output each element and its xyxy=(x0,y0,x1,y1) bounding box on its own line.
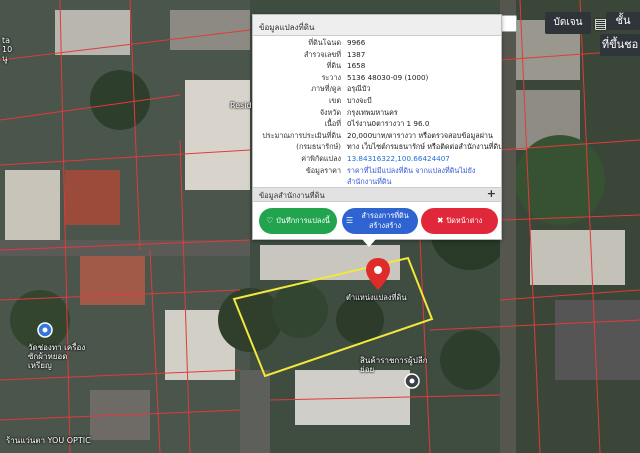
building-roof xyxy=(55,10,130,55)
info-row: ระวาง 5136 48030-09 (1000) xyxy=(253,72,501,84)
info-row: เนื้อที่ 0ไร่งาน0ตารางวา 1 96.0 xyxy=(253,118,501,130)
map-label-optic: ร้านแว่นตา YOU OPTIC xyxy=(6,436,91,445)
info-row: ที่ดิน 1658 xyxy=(253,60,501,72)
land-office-section-title: ข้อมูลสำนักงานที่ดิน xyxy=(259,191,325,200)
info-row: (กรมธนารักษ์) ทาง เว็บไซต์กรมธนารักษ์ หรื… xyxy=(253,141,501,153)
popup-pointer xyxy=(362,239,376,247)
tree-canopy xyxy=(218,288,282,352)
info-row: จังหวัด กรุงเทพมหานคร xyxy=(253,107,501,119)
info-value: สำนักงานที่ดิน xyxy=(347,177,392,187)
close-window-label: ปิดหน้าต่าง xyxy=(446,216,483,225)
heart-icon: ♡ xyxy=(266,216,274,225)
popup-header: ข้อมูลแปลงที่ดิน xyxy=(253,15,501,36)
land-office-section-header[interactable]: ข้อมูลสำนักงานที่ดิน + xyxy=(253,187,501,202)
info-label: ที่ดินโฉนด xyxy=(308,38,341,47)
expand-plus-icon[interactable]: + xyxy=(487,187,496,200)
parcel-info-popup: ข้อมูลแปลงที่ดิน ที่ดินโฉนด 9966 สำรวจเลขท… xyxy=(252,14,502,240)
info-value: 1387 xyxy=(347,49,366,59)
map-label-edge: ta 10 นู xyxy=(2,36,13,63)
info-label: ภาษที่/ดูล xyxy=(311,84,341,94)
info-row: ประมาณการประเมินที่ดิน 20,000บาท/ตารางวา … xyxy=(253,130,501,142)
info-label: ประมาณการประเมินที่ดิน xyxy=(262,130,341,140)
info-label: เขต xyxy=(328,95,341,105)
poi-marker-icon[interactable] xyxy=(404,373,420,389)
building-roof xyxy=(530,230,625,285)
info-value: ทาง เว็บไซต์กรมธนารักษ์ หรือติดต่อสำนักง… xyxy=(347,142,501,152)
info-row: ข้อมูลราคา ราคาที่ไม่มีแปลงที่ดิน จากแปลง… xyxy=(253,165,501,177)
search-nearby-button[interactable]: ☰ สำรองการที่ดิน สร้างสร้าง xyxy=(342,208,418,234)
save-parcel-button[interactable]: ♡ บันทึกการแปลงนี้ xyxy=(259,208,337,234)
layer-panel-label-top[interactable]: ชั้น xyxy=(606,12,640,30)
info-label: ค่าพิกัดแปลง xyxy=(301,153,341,163)
info-label: (กรมธนารักษ์) xyxy=(296,142,341,152)
info-value: กรุงเทพมหานคร xyxy=(347,107,398,117)
road xyxy=(240,370,270,453)
parcel-info-table: ที่ดินโฉนด 9966 สำรวจเลขที่ 1387 ที่ดิน 1658 ร… xyxy=(253,37,501,188)
info-row: ที่ดินโฉนด 9966 xyxy=(253,37,501,49)
info-row: ภาษที่/ดูล อรุณีบัว xyxy=(253,83,501,95)
info-value: ราคาที่ไม่มีแปลงที่ดิน จากแปลงที่ดินไม่ย… xyxy=(347,165,476,175)
search-nearby-label: สำรองการที่ดิน สร้างสร้าง xyxy=(361,211,409,230)
coordinate-link[interactable]: 13.84316322,100.66424407 xyxy=(347,153,501,165)
info-value: บางจะบี xyxy=(347,95,372,105)
info-row: เขต บางจะบี xyxy=(253,95,501,107)
info-label: ข้อมูลราคา xyxy=(305,165,341,175)
building-roof xyxy=(65,170,120,225)
poi-marker-icon[interactable] xyxy=(37,322,53,338)
info-label: ระวาง xyxy=(321,72,341,82)
map-label-laundry: วัดช่องทา เครื่องซักผ้าหยอดเหรียญ xyxy=(28,343,86,370)
road xyxy=(500,0,516,453)
popup-title: ข้อมูลแปลงที่ดิน xyxy=(259,23,315,32)
info-label xyxy=(253,176,347,188)
info-value: อรุณีบัว xyxy=(347,84,371,94)
map-label-shop: สินค้าราชการผู้ปลีกย่อย xyxy=(360,356,428,374)
layer-panel-label-bottom[interactable]: ที่ขึ้นชอ xyxy=(600,34,640,56)
close-icon: ✖ xyxy=(436,216,444,225)
info-label: ที่ดิน xyxy=(326,61,341,71)
info-value: 20,000บาท/ตารางวา หรือตรวจสอบข้อมูลผ่าน xyxy=(347,130,493,140)
building-roof xyxy=(80,255,145,305)
tree-canopy xyxy=(440,330,500,390)
info-label: เนื้อที่ xyxy=(324,119,341,129)
tree-canopy xyxy=(272,282,328,338)
info-value: 9966 xyxy=(347,38,366,47)
close-window-button[interactable]: ✖ ปิดหน้าต่าง xyxy=(421,208,498,234)
building-roof xyxy=(555,300,640,380)
building-roof xyxy=(5,170,60,240)
save-parcel-label: บันทึกการแปลงนี้ xyxy=(276,216,330,225)
tree-canopy xyxy=(515,135,605,225)
info-value: 1658 xyxy=(347,61,366,71)
list-icon: ☰ xyxy=(346,216,354,225)
clear-button[interactable]: บัดเจน xyxy=(545,12,591,34)
building-roof xyxy=(185,80,250,190)
info-value: 0ไร่งาน0ตารางวา 1 96.0 xyxy=(347,119,430,129)
info-label: จังหวัด xyxy=(319,107,341,117)
info-row: ค่าพิกัดแปลง 13.84316322,100.66424407 xyxy=(253,153,501,165)
info-row: สำรวจเลขที่ 1387 xyxy=(253,49,501,61)
info-row: สำนักงานที่ดิน xyxy=(253,176,501,188)
info-value: 5136 48030-09 (1000) xyxy=(347,72,429,82)
building-roof xyxy=(170,10,250,50)
info-label: สำรวจเลขที่ xyxy=(303,49,341,59)
pin-label: ตำแหน่งแปลงที่ดิน xyxy=(346,293,407,302)
